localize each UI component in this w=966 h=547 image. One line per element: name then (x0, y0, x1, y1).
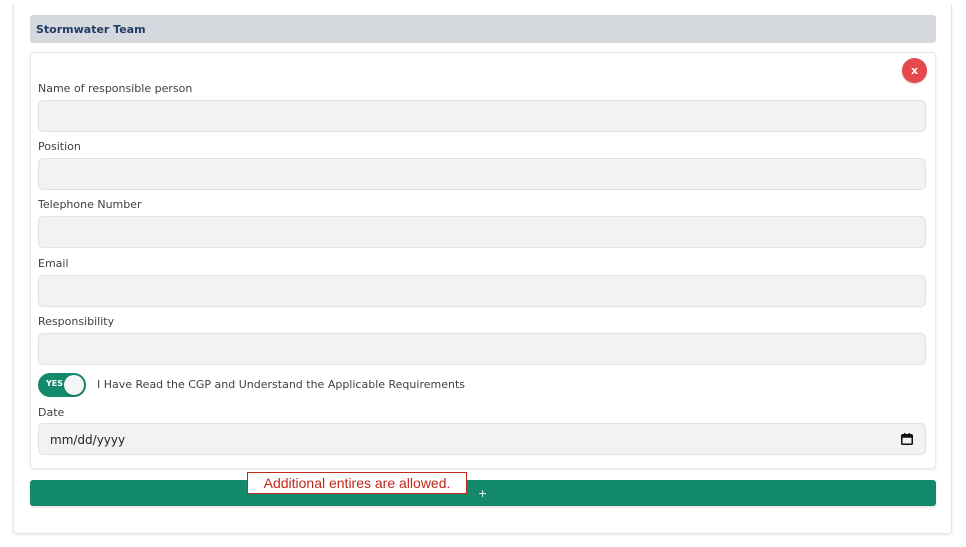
date-placeholder: mm/dd/yyyy (50, 433, 126, 447)
name-label: Name of responsible person (38, 82, 193, 95)
responsibility-label: Responsibility (38, 315, 115, 328)
toggle-state-text: YES (46, 379, 64, 388)
position-input[interactable] (38, 158, 926, 190)
acknowledge-toggle[interactable]: YES (38, 373, 86, 397)
section-title: Stormwater Team (36, 22, 146, 36)
name-input[interactable] (38, 100, 926, 132)
plus-icon: + (478, 487, 488, 500)
responsibility-input[interactable] (38, 333, 926, 365)
section-header: Stormwater Team (30, 15, 936, 43)
date-label: Date (38, 406, 65, 419)
calendar-icon[interactable] (901, 433, 913, 445)
annotation-callout: Additional entires are allowed. (247, 472, 467, 494)
telephone-label: Telephone Number (38, 198, 142, 211)
add-entry-button[interactable]: + (30, 480, 936, 506)
toggle-knob (64, 375, 84, 395)
close-icon: x (910, 64, 919, 77)
telephone-input[interactable] (38, 216, 926, 248)
remove-entry-button[interactable]: x (902, 58, 927, 83)
date-input[interactable]: mm/dd/yyyy (38, 423, 926, 455)
email-label: Email (38, 257, 69, 270)
team-member-entry: x Name of responsible person Position Te… (30, 52, 936, 469)
position-label: Position (38, 140, 81, 153)
acknowledge-label: I Have Read the CGP and Understand the A… (97, 378, 465, 391)
email-input[interactable] (38, 275, 926, 307)
